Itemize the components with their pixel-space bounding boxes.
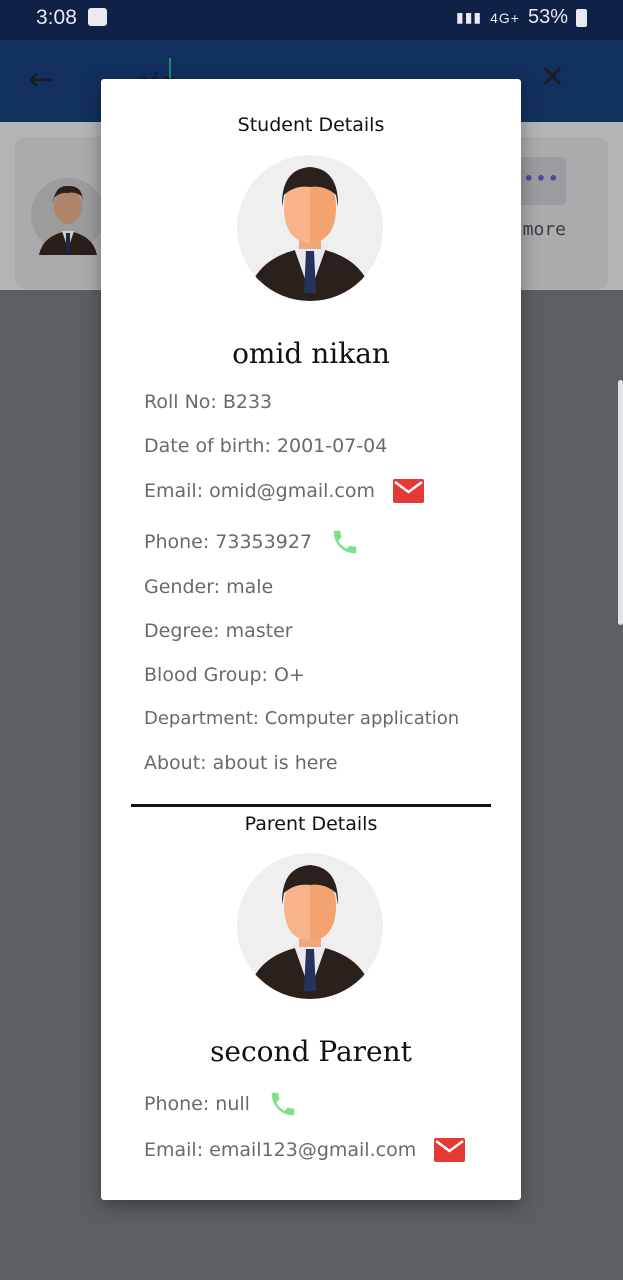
phone-text: Phone: 73353927 — [144, 531, 313, 553]
blood-group-text: Blood Group: O+ — [144, 664, 305, 686]
student-section-title: Student Details — [237, 114, 385, 136]
avatar-icon — [31, 178, 105, 255]
section-divider — [131, 804, 491, 807]
wifi-icon — [88, 8, 107, 26]
degree-row: Degree: master — [144, 620, 293, 642]
department-text: Department: Computer application — [144, 708, 460, 729]
student-details-dialog: Student Details omid nikan Roll No: B233… — [101, 79, 521, 1200]
more-options-button[interactable]: ••• — [518, 157, 566, 205]
degree-text: Degree: master — [144, 620, 293, 642]
gender-text: Gender: male — [144, 576, 274, 598]
email-row: Email: omid@gmail.com — [144, 479, 425, 503]
department-row: Department: Computer application — [144, 708, 459, 729]
parent-name: second Parent — [210, 1035, 412, 1068]
scrollbar[interactable] — [618, 380, 623, 625]
battery-icon — [576, 8, 587, 27]
parent-section-title: Parent Details — [244, 813, 378, 835]
roll-no-text: Roll No: B233 — [144, 391, 273, 413]
dob-text: Date of birth: 2001-07-04 — [144, 435, 388, 457]
parent-email-text: Email: email123@gmail.com — [144, 1139, 417, 1161]
email-text: Email: omid@gmail.com — [144, 480, 376, 502]
network-type: 4G+ — [490, 9, 520, 26]
dob-row: Date of birth: 2001-07-04 — [144, 435, 387, 457]
roll-no-row: Roll No: B233 — [144, 391, 272, 413]
status-right: ▮▮▮ 4G+ 53% — [456, 6, 587, 29]
gender-row: Gender: male — [144, 576, 273, 598]
phone-row: Phone: 73353927 — [144, 527, 360, 557]
more-label: more — [522, 219, 566, 240]
phone-icon[interactable] — [330, 527, 360, 557]
parent-mail-icon[interactable] — [434, 1138, 466, 1162]
arrow-left-icon[interactable]: ← — [28, 60, 55, 98]
signal-icon: ▮▮▮ — [455, 9, 483, 25]
parent-phone-row: Phone: null — [144, 1089, 298, 1119]
parent-phone-text: Phone: null — [144, 1093, 250, 1115]
student-avatar-icon — [237, 155, 383, 301]
close-icon[interactable]: ✕ — [540, 60, 565, 95]
parent-avatar-icon — [237, 853, 383, 999]
about-row: About: about is here — [144, 752, 338, 774]
status-time: 3:08 — [36, 6, 77, 29]
about-text: About: about is here — [144, 752, 338, 774]
parent-phone-icon[interactable] — [268, 1089, 298, 1119]
parent-email-row: Email: email123@gmail.com — [144, 1138, 466, 1162]
student-name: omid nikan — [232, 337, 390, 370]
status-bar: 3:08 ▮▮▮ 4G+ 53% — [0, 0, 623, 40]
mail-icon[interactable] — [393, 479, 425, 503]
battery-level: 53% — [527, 6, 568, 28]
blood-group-row: Blood Group: O+ — [144, 664, 305, 686]
